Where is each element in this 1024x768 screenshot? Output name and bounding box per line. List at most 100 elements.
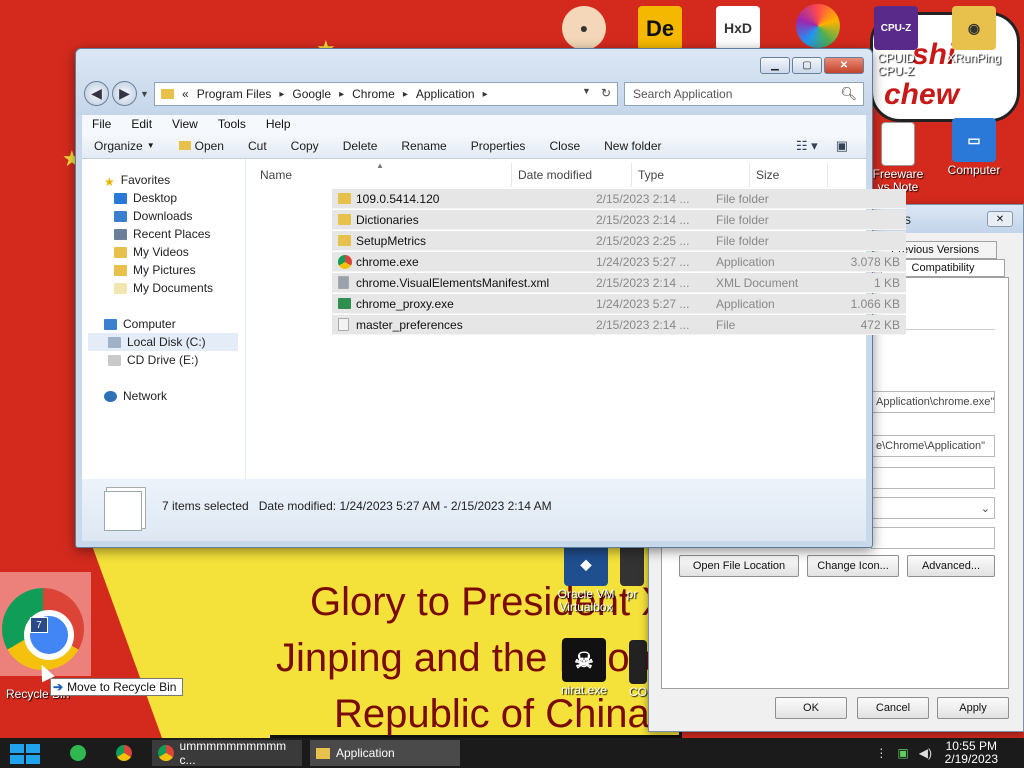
- folder-icon: [338, 235, 351, 246]
- computer-icon: [104, 318, 117, 330]
- nav-my-pictures[interactable]: My Pictures: [114, 261, 196, 279]
- ok-button[interactable]: OK: [775, 697, 847, 719]
- desktop-icon-pr[interactable]: pr: [612, 542, 652, 601]
- desktop-icon-user[interactable]: ●: [546, 6, 622, 52]
- taskbar-app-green[interactable]: [64, 740, 98, 766]
- menu-view[interactable]: View: [162, 117, 208, 131]
- breadcrumb-prefix[interactable]: «: [182, 87, 189, 101]
- preview-pane-icon[interactable]: ▣: [836, 138, 848, 154]
- file-row[interactable]: SetupMetrics 2/15/2023 2:25 ... File folde…: [332, 231, 906, 251]
- search-input[interactable]: Search Application 🔍︎: [624, 82, 864, 106]
- date-modified-range: 1/24/2023 5:27 AM - 2/15/2023 2:14 AM: [339, 499, 552, 513]
- organize-label: Organize: [94, 138, 143, 153]
- cancel-button[interactable]: Cancel: [857, 697, 929, 719]
- nav-my-documents[interactable]: My Documents: [114, 279, 213, 297]
- view-options-icon[interactable]: ☷ ▾: [796, 138, 818, 154]
- taskbar-explorer-window[interactable]: Application: [310, 740, 460, 766]
- nav-network[interactable]: Network: [104, 387, 167, 405]
- column-header-date[interactable]: Date modified: [512, 163, 632, 187]
- breadcrumb-separator-icon[interactable]: ▸: [279, 89, 284, 100]
- cd-drive-icon: [108, 354, 121, 366]
- clock[interactable]: 10:55 PM 2/19/2023: [945, 740, 998, 766]
- start-button[interactable]: [10, 744, 42, 764]
- new-folder-button[interactable]: New folder: [592, 139, 673, 153]
- file-date: 1/24/2023 5:27 ...: [596, 255, 690, 269]
- exe-icon: [338, 298, 351, 309]
- desktop-icon-nirat[interactable]: ☠ nirat.exe: [546, 638, 622, 697]
- comment-field[interactable]: [871, 527, 995, 549]
- taskbar-chrome-window[interactable]: ummmmmmmmmm c...: [152, 739, 302, 767]
- minimize-icon[interactable]: ▁: [760, 57, 790, 74]
- nav-computer[interactable]: Computer: [104, 315, 176, 333]
- breadcrumb-separator-icon[interactable]: ▸: [403, 89, 408, 100]
- close-icon[interactable]: ✕: [824, 57, 864, 74]
- menu-edit[interactable]: Edit: [121, 117, 162, 131]
- volume-icon[interactable]: ◀): [919, 746, 932, 760]
- desktop-icon-de[interactable]: De: [622, 6, 698, 52]
- open-file-location-button[interactable]: Open File Location: [679, 555, 799, 577]
- nav-downloads[interactable]: Downloads: [114, 207, 192, 225]
- file-row[interactable]: Dictionaries 2/15/2023 2:14 ... File folde…: [332, 210, 906, 230]
- menu-help[interactable]: Help: [256, 117, 301, 131]
- close-button[interactable]: Close: [537, 139, 592, 153]
- run-select[interactable]: ⌄: [871, 497, 995, 519]
- file-row[interactable]: chrome.VisualElementsManifest.xml 2/15/20…: [332, 273, 906, 293]
- nav-local-disk[interactable]: Local Disk (C:): [88, 333, 238, 351]
- breadcrumb-application[interactable]: Application: [416, 87, 475, 101]
- organize-button[interactable]: Organize ▼: [82, 139, 167, 153]
- nav-desktop[interactable]: Desktop: [114, 189, 177, 207]
- breadcrumb-program-files[interactable]: Program Files: [197, 87, 272, 101]
- back-button[interactable]: ◀: [84, 81, 109, 106]
- delete-button[interactable]: Delete: [331, 139, 390, 153]
- breadcrumb-google[interactable]: Google: [292, 87, 331, 101]
- cut-button[interactable]: Cut: [236, 139, 279, 153]
- file-row[interactable]: master_preferences 2/15/2023 2:14 ... File…: [332, 315, 906, 335]
- properties-button[interactable]: Properties: [459, 139, 538, 153]
- taskbar-chrome-pinned[interactable]: [110, 740, 144, 766]
- more-icon[interactable]: ⋮: [875, 746, 887, 760]
- column-header-type[interactable]: Type: [632, 163, 750, 187]
- desktop-icon-colorful[interactable]: [780, 4, 856, 50]
- rename-button[interactable]: Rename: [389, 139, 458, 153]
- maximize-icon[interactable]: ▢: [792, 57, 822, 74]
- target-field[interactable]: Application\chrome.exe": [871, 391, 995, 413]
- recent-pages-icon[interactable]: ▼: [140, 89, 149, 99]
- nav-recent-places[interactable]: Recent Places: [114, 225, 210, 243]
- apply-button[interactable]: Apply: [937, 697, 1009, 719]
- column-header-name[interactable]: Name ▲: [254, 161, 512, 187]
- search-icon[interactable]: 🔍︎: [840, 86, 857, 102]
- file-name: chrome_proxy.exe: [356, 297, 454, 311]
- nav-my-videos[interactable]: My Videos: [114, 243, 189, 261]
- content-area: ★ Favorites Desktop Downloads Recent Plac…: [82, 159, 906, 479]
- column-header-size[interactable]: Size: [750, 163, 828, 187]
- nav-cd-drive[interactable]: CD Drive (E:): [108, 351, 198, 369]
- file-row[interactable]: 109.0.5414.120 2/15/2023 2:14 ... File fol…: [332, 189, 906, 209]
- file-row[interactable]: chrome_proxy.exe 1/24/2023 5:27 ... Applic…: [332, 294, 906, 314]
- shortcut-key-field[interactable]: [871, 467, 995, 489]
- open-button[interactable]: Open: [167, 139, 236, 153]
- breadcrumb-chrome[interactable]: Chrome: [352, 87, 395, 101]
- file-name: 109.0.5414.120: [356, 192, 440, 206]
- change-icon-button[interactable]: Change Icon...: [807, 555, 899, 577]
- refresh-icon[interactable]: ↻: [601, 86, 611, 100]
- nav-favorites-label: Favorites: [120, 173, 171, 187]
- chevron-down-icon[interactable]: ▼: [582, 86, 591, 100]
- close-icon[interactable]: ✕: [987, 211, 1013, 227]
- address-bar[interactable]: « Program Files ▸ Google ▸ Chrome ▸ Appl…: [154, 82, 618, 106]
- desktop-icon-xrunping[interactable]: ◉ XRunPing: [936, 6, 1012, 65]
- advanced-button[interactable]: Advanced...: [907, 555, 995, 577]
- menu-file[interactable]: File: [82, 117, 121, 131]
- chrome-task-label: ummmmmmmmmm c...: [179, 739, 287, 767]
- copy-button[interactable]: Copy: [279, 139, 331, 153]
- breadcrumb-separator-icon[interactable]: ▸: [339, 89, 344, 100]
- menu-tools[interactable]: Tools: [208, 117, 256, 131]
- desktop-icon-computer[interactable]: ▭ Computer: [936, 118, 1012, 177]
- breadcrumb-separator-icon[interactable]: ▸: [483, 89, 488, 100]
- forward-button[interactable]: ▶: [112, 81, 137, 106]
- network-icon[interactable]: ▣: [897, 746, 908, 760]
- nav-favorites[interactable]: ★ Favorites: [104, 171, 170, 189]
- desktop-icon-hxd[interactable]: HxD: [700, 6, 776, 52]
- start-in-field[interactable]: e\Chrome\Application": [871, 435, 995, 457]
- file-row[interactable]: chrome.exe 1/24/2023 5:27 ... Application 3…: [332, 252, 906, 272]
- de-app-icon: De: [638, 6, 682, 50]
